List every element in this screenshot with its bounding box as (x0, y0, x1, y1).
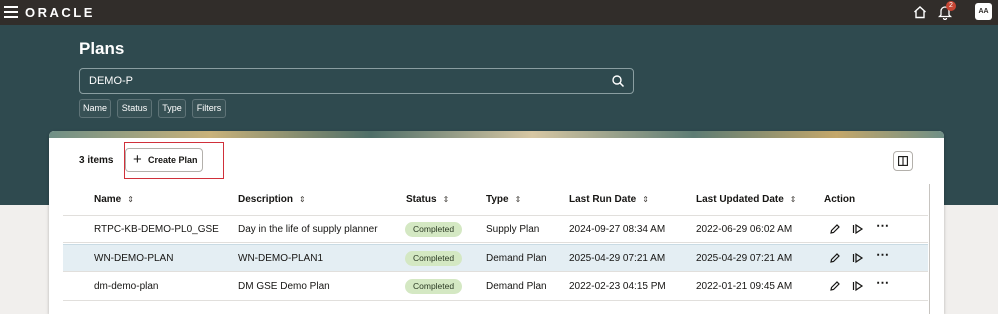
table-row[interactable]: RTPC-KB-DEMO-PL0_GSE Day in the life of … (63, 215, 928, 243)
plan-type: Supply Plan (486, 224, 540, 235)
plan-description: DM GSE Demo Plan (238, 281, 330, 292)
sort-icon: ⇕ (514, 195, 522, 204)
last-updated-date: 2022-01-21 09:45 AM (696, 281, 793, 292)
more-icon[interactable]: ⋯ (876, 247, 890, 263)
global-header: ORACLE 2 AA (0, 0, 998, 25)
column-header-label: Name (94, 194, 122, 205)
plan-name[interactable]: WN-DEMO-PLAN (94, 253, 173, 264)
column-header-action: Action (824, 194, 855, 205)
panel-toggle-icon (898, 156, 908, 166)
last-run-date: 2022-02-23 04:15 PM (569, 281, 666, 292)
filter-chip-status[interactable]: Status (117, 99, 152, 118)
column-header-label: Description (238, 194, 294, 205)
column-header-last-run-date[interactable]: Last Run Date ⇕ (569, 194, 649, 205)
column-header-label: Status (406, 194, 437, 205)
column-header-name[interactable]: Name ⇕ (94, 194, 134, 205)
plan-description: WN-DEMO-PLAN1 (238, 253, 324, 264)
run-icon[interactable] (852, 280, 864, 292)
card-banner (49, 131, 944, 138)
run-icon[interactable] (852, 223, 864, 235)
panel-toggle-button[interactable] (893, 151, 913, 171)
last-run-date: 2024-09-27 08:34 AM (569, 224, 666, 235)
column-header-last-updated-date[interactable]: Last Updated Date ⇕ (696, 194, 797, 205)
column-header-label: Last Run Date (569, 194, 637, 205)
last-run-date: 2025-04-29 07:21 AM (569, 253, 666, 264)
search-value: DEMO-P (89, 75, 133, 87)
last-updated-date: 2025-04-29 07:21 AM (696, 253, 793, 264)
edit-icon[interactable] (829, 280, 841, 292)
more-icon[interactable]: ⋯ (876, 275, 890, 291)
page-title: Plans (79, 39, 125, 58)
column-header-status[interactable]: Status ⇕ (406, 194, 449, 205)
items-count: 3 items (79, 155, 114, 166)
sort-icon: ⇕ (789, 195, 797, 204)
plan-description: Day in the life of supply planner (238, 224, 378, 235)
column-header-type[interactable]: Type ⇕ (486, 194, 521, 205)
edit-icon[interactable] (829, 252, 841, 264)
status-badge: Completed (405, 251, 463, 266)
plan-type: Demand Plan (486, 281, 547, 292)
table-scrollbar[interactable] (929, 184, 930, 314)
status-badge: Completed (405, 279, 463, 294)
status-badge: Completed (405, 222, 463, 237)
table-row[interactable]: dm-demo-plan DM GSE Demo Plan Completed … (63, 273, 928, 301)
column-header-description[interactable]: Description ⇕ (238, 194, 306, 205)
sort-icon: ⇕ (642, 195, 649, 204)
run-icon[interactable] (852, 252, 864, 264)
edit-icon[interactable] (829, 223, 841, 235)
sort-icon: ⇕ (299, 195, 306, 204)
sort-icon: ⇕ (127, 195, 134, 204)
column-header-label: Action (824, 194, 856, 205)
plan-name[interactable]: dm-demo-plan (94, 281, 158, 292)
menu-icon[interactable] (4, 6, 18, 18)
plan-name[interactable]: RTPC-KB-DEMO-PL0_GSE (94, 224, 219, 235)
search-input[interactable]: DEMO-P (79, 68, 634, 94)
notification-badge: 2 (946, 1, 956, 11)
oracle-logo: ORACLE (25, 5, 95, 20)
search-icon[interactable] (611, 74, 625, 88)
column-header-label: Last Updated Date (696, 194, 784, 205)
last-updated-date: 2022-06-29 06:02 AM (696, 224, 793, 235)
filter-chip-name[interactable]: Name (79, 99, 111, 118)
column-header-label: Type (486, 194, 509, 205)
filter-chip-type[interactable]: Type (158, 99, 186, 118)
home-icon[interactable] (913, 5, 927, 19)
plan-type: Demand Plan (486, 253, 547, 264)
sort-icon: ⇕ (442, 195, 450, 204)
table-row[interactable]: WN-DEMO-PLAN WN-DEMO-PLAN1 Completed Dem… (63, 244, 928, 272)
more-icon[interactable]: ⋯ (876, 218, 890, 234)
annotation-highlight-box (124, 142, 224, 179)
filter-chip-filters[interactable]: Filters (192, 99, 226, 118)
avatar[interactable]: AA (975, 3, 992, 20)
